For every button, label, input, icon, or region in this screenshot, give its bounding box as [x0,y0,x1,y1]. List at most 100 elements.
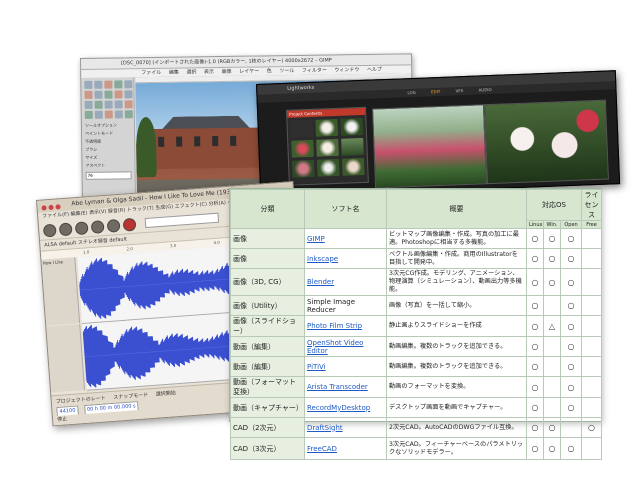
table-cell-category: 動画（編集） [230,336,305,357]
play-icon[interactable] [58,221,73,236]
skip-start-icon[interactable] [90,219,105,234]
tool-icon[interactable] [104,90,113,99]
track-header[interactable] [46,324,86,393]
track-header[interactable]: How I Like [41,257,81,326]
tool-icon[interactable] [124,80,133,89]
tool-icon[interactable] [94,80,103,89]
maximize-icon[interactable] [55,204,61,210]
skip-end-icon[interactable] [106,218,121,233]
window-buttons[interactable] [41,202,63,216]
tool-icon[interactable] [124,110,133,119]
clip-thumbnail[interactable] [316,158,340,177]
header-software: ソフト名 [304,189,387,229]
table-cell-win [543,356,561,377]
table-body: 画像 GIMP ビットマップ画像編集・作成。写真の加工に最適。Photoshopに相… [230,228,603,460]
tool-icon[interactable] [114,100,123,109]
table-cell-free [581,295,603,316]
tool-icon[interactable] [84,110,93,119]
building-window [212,136,219,147]
table-cell-open: ○ [559,295,583,316]
table-cell-free [581,376,603,398]
building-window [194,136,201,147]
project-rate-select[interactable]: 44100 [56,405,79,417]
table-cell-linux: ○ [526,228,544,249]
tool-icon[interactable] [84,90,93,99]
gimp-menu-filters[interactable]: フィルター [302,68,327,74]
table-cell-open: ○ [559,437,583,460]
table-cell-software[interactable]: RecordMyDesktop [304,397,387,418]
clip-thumbnail[interactable] [315,118,339,137]
tool-icon[interactable] [104,100,113,109]
gimp-menu-layer[interactable]: レイヤー [239,69,259,75]
gimp-menu-tools[interactable]: ツール [279,68,294,74]
pause-icon[interactable] [42,223,57,238]
table-cell-open: ○ [559,268,583,296]
level-meter[interactable] [144,212,220,229]
table-cell-software[interactable]: Blender [304,268,387,296]
gimp-menu-windows[interactable]: ウィンドウ [334,67,359,73]
table-cell-software[interactable]: DraftSight [304,417,387,438]
clip-thumbnail[interactable] [291,159,315,178]
table-cell-free [581,248,603,269]
tool-icon[interactable] [114,80,123,89]
clip-thumbnail[interactable] [340,117,364,136]
record-icon[interactable] [122,217,137,232]
tab-log[interactable]: LOG [407,90,416,95]
table-cell-category: 画像 [230,248,305,269]
table-cell-software[interactable]: PiTiVi [304,356,387,377]
table-cell-software[interactable]: FreeCAD [304,437,387,460]
clip-thumbnail[interactable] [341,157,365,176]
table-cell-win: ○ [543,228,561,249]
table-row: CAD（2次元） DraftSight 2次元CAD。AutoCADのDWGファイル… [230,417,603,438]
tool-icon[interactable] [94,90,103,99]
gimp-menu-color[interactable]: 色 [267,68,272,74]
software-table-panel: 分類 ソフト名 概要 対応OS ライセンス Linux Win. Open Fr… [229,188,603,460]
header-summary: 概要 [386,189,527,229]
tool-icon[interactable] [104,110,113,119]
tab-edit[interactable]: EDIT [431,89,440,94]
tool-icon[interactable] [104,80,113,89]
table-cell-software[interactable]: GIMP [304,228,387,249]
tool-options-value-field[interactable]: 76 [85,171,132,180]
tab-vfx[interactable]: VFX [455,88,463,93]
gimp-menu-select[interactable]: 選択 [186,69,196,75]
gimp-menu-file[interactable]: ファイル [141,70,161,76]
table-cell-software[interactable]: Inkscape [304,248,387,269]
clip-thumbnail[interactable] [290,119,314,138]
building-window [176,136,183,147]
gimp-menu-edit[interactable]: 編集 [169,70,179,76]
table-cell-category: CAD（3次元） [230,437,305,460]
tool-icon[interactable] [84,80,93,89]
table-cell-software[interactable]: Arista Transcoder [304,376,387,398]
tool-icon[interactable] [94,100,103,109]
stop-icon[interactable] [74,220,89,235]
table-cell-open: ○ [559,228,583,249]
tool-icon[interactable] [124,90,133,99]
tool-icon[interactable] [94,110,103,119]
header-free: Free [581,220,603,229]
table-cell-summary: 静止画よりスライドショーを作成 [386,315,527,337]
table-cell-software[interactable]: OpenShot Video Editor [304,336,387,357]
gimp-menu-view[interactable]: 表示 [204,69,214,75]
tool-icon[interactable] [114,110,123,119]
minimize-icon[interactable] [48,204,54,211]
tool-icon[interactable] [84,100,93,109]
clip-thumbnail[interactable] [291,139,314,158]
clip-thumbnail[interactable] [341,137,364,156]
gimp-menu-image[interactable]: 画像 [222,69,232,75]
tool-icon[interactable] [114,90,123,99]
tool-icon[interactable] [124,100,133,109]
selection-start-label: 選択開始 [155,390,176,398]
source-viewer[interactable] [372,104,488,189]
gimp-menu-help[interactable]: ヘルプ [367,67,382,73]
table-cell-linux: ○ [526,437,544,460]
table-cell-software[interactable]: Photo Film Strip [304,315,387,337]
tab-audio[interactable]: AUDIO [479,87,492,92]
table-cell-summary: 2次元CAD。AutoCADのDWGファイル互換。 [386,417,527,438]
clip-thumbnail[interactable] [316,138,339,157]
close-icon[interactable] [41,205,47,211]
record-viewer[interactable] [483,99,609,185]
table-cell-linux: ○ [526,248,544,269]
table-cell-category: 動画（編集） [230,356,305,377]
table-cell-open: ○ [559,315,583,337]
